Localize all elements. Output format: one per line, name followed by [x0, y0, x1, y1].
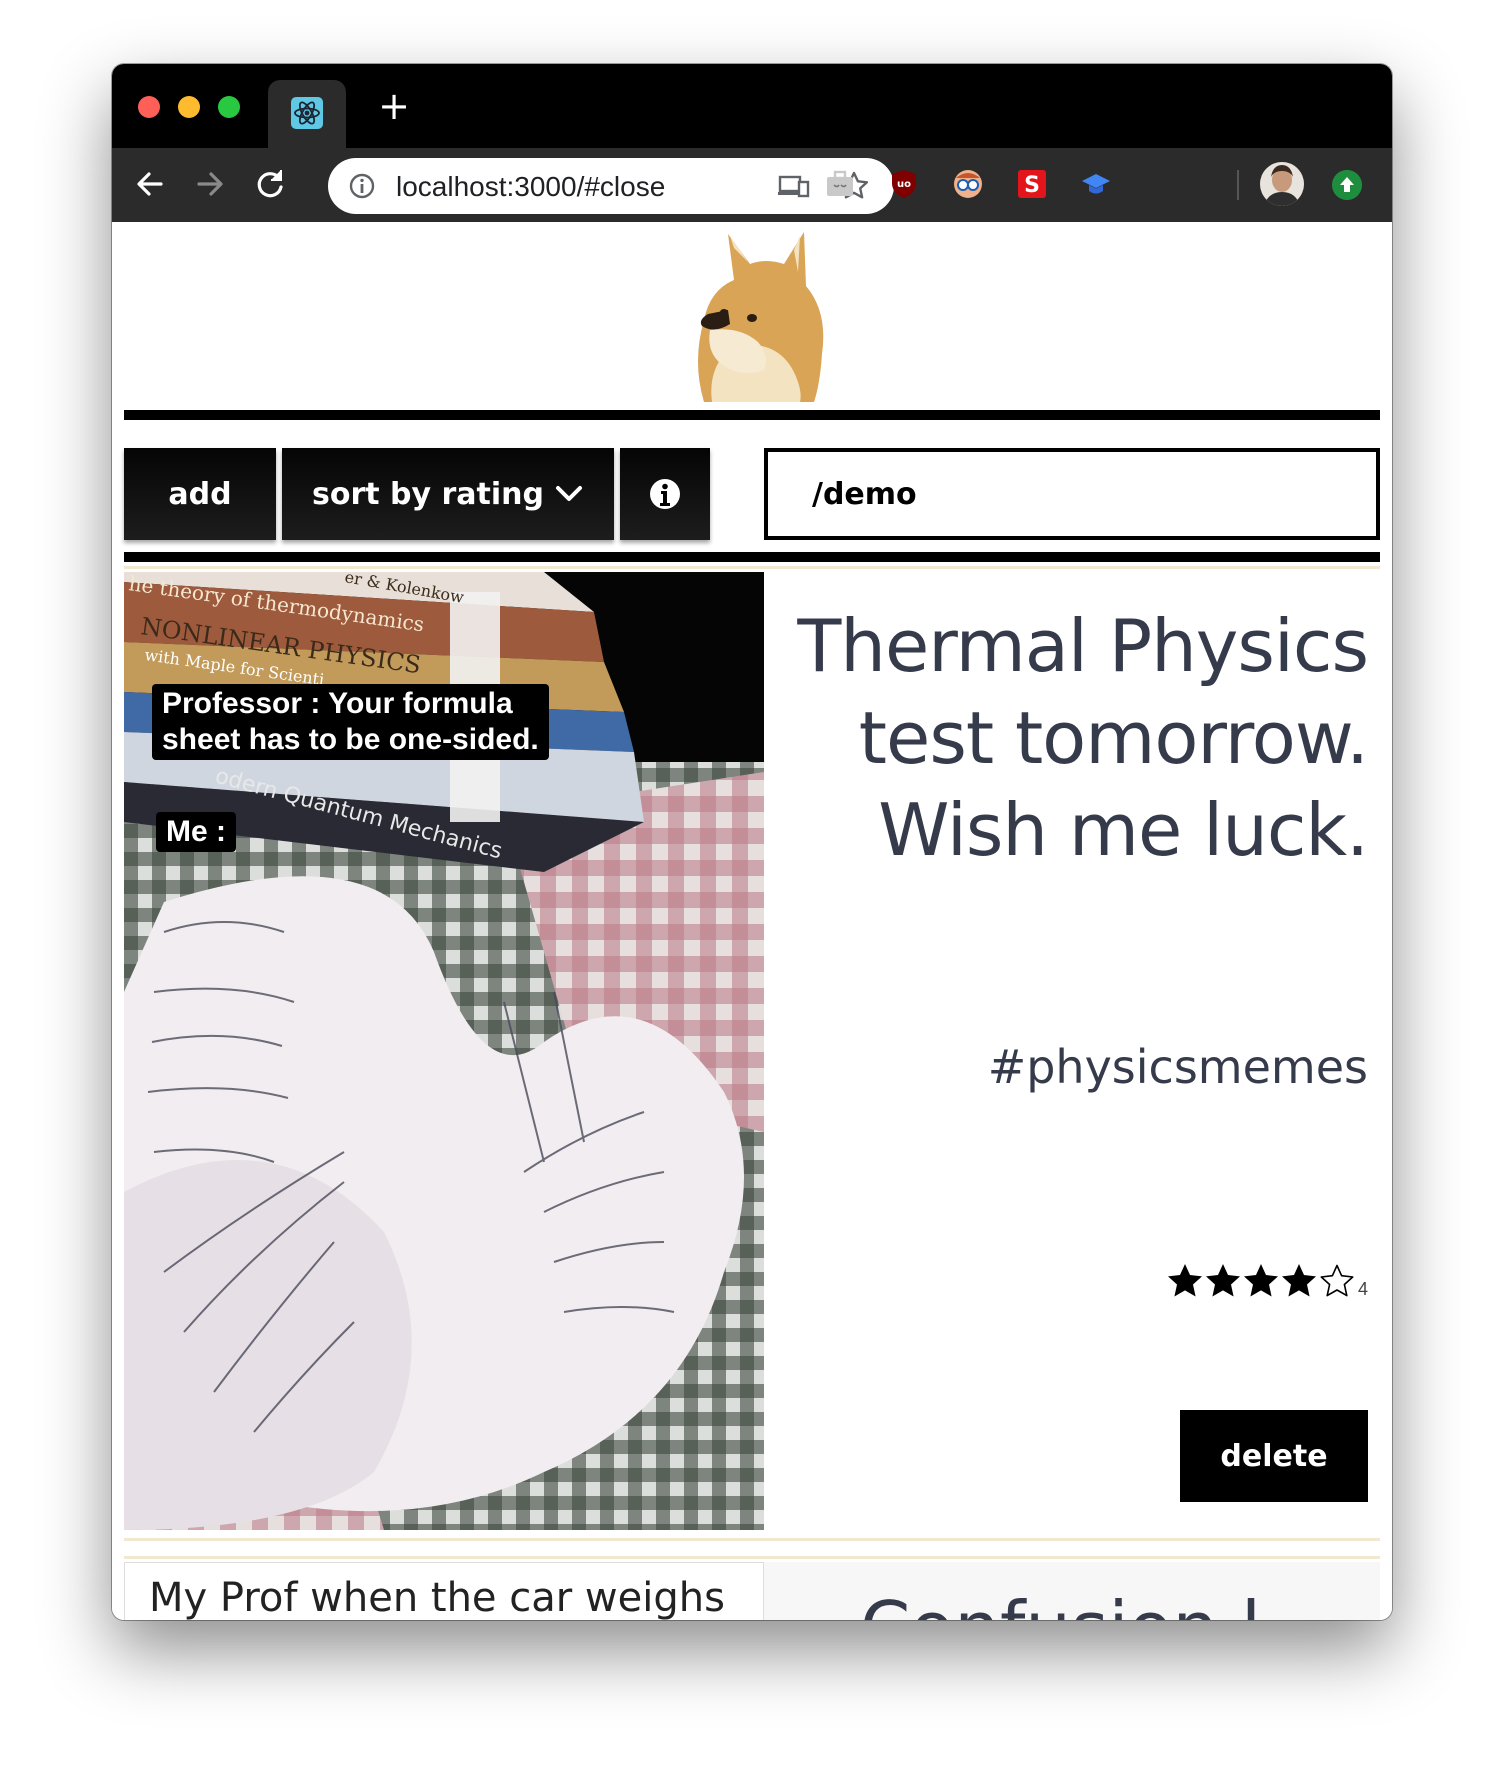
- star-rating[interactable]: 4: [1166, 1262, 1368, 1300]
- chevron-down-icon: [556, 486, 583, 501]
- star-filled-icon[interactable]: [1280, 1262, 1318, 1300]
- next-meme-image: My Prof when the car weighs: [124, 1562, 764, 1620]
- url-text[interactable]: localhost:3000/#close: [396, 171, 665, 203]
- card-divider-next: [124, 1556, 1380, 1559]
- ublock-icon[interactable]: uo: [888, 168, 920, 200]
- add-button-label: add: [168, 476, 232, 512]
- meme-title-line3: Wish me luck.: [878, 788, 1369, 872]
- star-filled-icon[interactable]: [1242, 1262, 1280, 1300]
- sort-dropdown-label: sort by rating: [311, 476, 545, 512]
- next-meme-title: Confusion l: [860, 1586, 1261, 1620]
- minimize-window-button[interactable]: [178, 96, 200, 118]
- filter-input[interactable]: [764, 448, 1380, 540]
- forward-arrow-icon[interactable]: [190, 164, 230, 204]
- briefcase-icon[interactable]: [824, 168, 856, 200]
- meme-caption-me: Me :: [156, 812, 236, 852]
- react-icon: [291, 97, 323, 129]
- new-tab-button[interactable]: +: [374, 86, 414, 126]
- tab-active[interactable]: [268, 80, 346, 148]
- card-divider-top: [124, 566, 1380, 569]
- star-filled-icon[interactable]: [1204, 1262, 1242, 1300]
- sort-dropdown[interactable]: sort by rating: [282, 448, 614, 540]
- s-extension-icon[interactable]: S: [1016, 168, 1048, 200]
- meme-title: Thermal Physics test tomorrow. Wish me l…: [768, 600, 1369, 876]
- delete-button[interactable]: delete: [1180, 1410, 1368, 1502]
- reload-icon[interactable]: [250, 164, 290, 204]
- toolbar-separator: [1237, 170, 1239, 200]
- update-icon[interactable]: [1332, 170, 1362, 200]
- browser-toolbar: localhost:3000/#close uo S: [112, 148, 1392, 222]
- meme-tag[interactable]: #physicsmemes: [988, 1040, 1368, 1094]
- page-content: add sort by rating /demo he theory of th…: [112, 222, 1392, 1620]
- next-meme-panel: Confusion l: [764, 1562, 1380, 1620]
- meme-caption-professor-line2: sheet has to be one-sided.: [162, 723, 539, 756]
- meme-caption-professor-line1: Professor : Your formula: [162, 687, 513, 720]
- avatar[interactable]: [1260, 162, 1304, 206]
- meme-caption-professor: Professor : Your formula sheet has to be…: [152, 684, 549, 760]
- add-button[interactable]: add: [124, 448, 276, 540]
- close-window-button[interactable]: [138, 96, 160, 118]
- address-bar[interactable]: localhost:3000/#close: [328, 158, 894, 214]
- tab-strip: +: [112, 64, 1392, 148]
- info-icon: [650, 479, 680, 509]
- svg-text:S: S: [1024, 173, 1040, 198]
- next-meme-caption: My Prof when the car weighs: [149, 1575, 725, 1620]
- back-arrow-icon[interactable]: [130, 164, 170, 204]
- rating-value: 4: [1357, 1279, 1368, 1299]
- devices-icon[interactable]: [778, 172, 810, 200]
- maximize-window-button[interactable]: [218, 96, 240, 118]
- doge-logo: [698, 232, 824, 402]
- browser-window: + localhost:3000/#close uo S add sort by…: [112, 64, 1392, 1620]
- star-filled-icon[interactable]: [1166, 1262, 1204, 1300]
- meme-title-line2: test tomorrow.: [858, 696, 1369, 780]
- profile-photo-icon: [1260, 162, 1304, 206]
- top-divider: [124, 410, 1380, 420]
- delete-button-label: delete: [1220, 1438, 1328, 1474]
- star-empty-icon[interactable]: [1318, 1262, 1356, 1300]
- meme-image: he theory of thermodynamics NONLINEAR PH…: [124, 572, 764, 1530]
- graduation-cap-icon[interactable]: [1080, 168, 1112, 200]
- site-info-icon[interactable]: [348, 172, 376, 200]
- meme-card: he theory of thermodynamics NONLINEAR PH…: [124, 572, 1380, 1530]
- meme-title-line1: Thermal Physics: [797, 604, 1369, 688]
- card-divider-bottom: [124, 1538, 1380, 1541]
- info-button[interactable]: [620, 448, 710, 540]
- toolbar-divider: [124, 552, 1380, 562]
- screenshot-stage: + localhost:3000/#close uo S add sort by…: [0, 0, 1504, 1780]
- glasses-icon[interactable]: [952, 168, 984, 200]
- svg-text:uo: uo: [897, 179, 911, 190]
